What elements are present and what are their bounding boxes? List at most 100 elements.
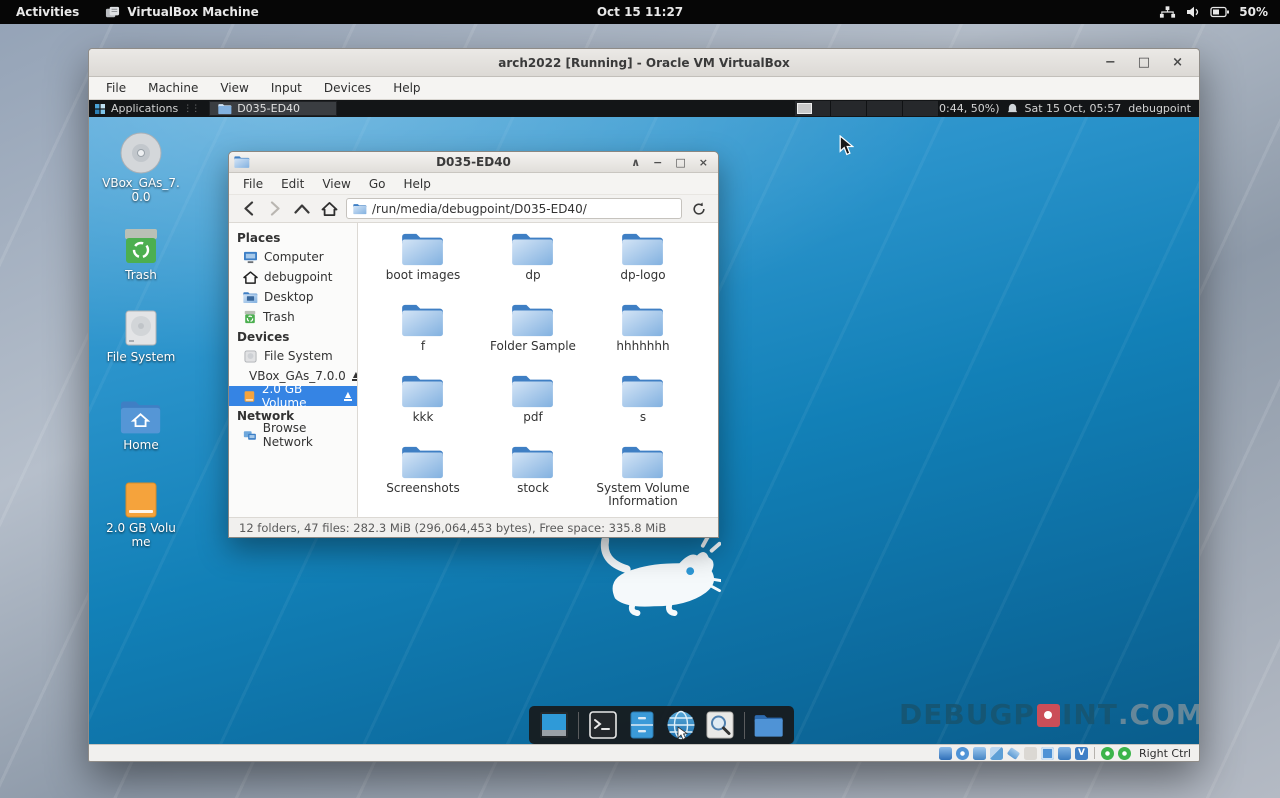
- app-finder-launcher[interactable]: [705, 710, 735, 740]
- forward-button[interactable]: [265, 199, 285, 219]
- file-manager-titlebar[interactable]: D035-ED40 ∧ − □ ×: [229, 152, 718, 173]
- menu-devices[interactable]: Devices: [313, 78, 382, 98]
- menu-input[interactable]: Input: [260, 78, 313, 98]
- usb-status-icon[interactable]: [1007, 747, 1020, 760]
- file-item[interactable]: stock: [480, 444, 586, 515]
- file-item[interactable]: System Volume Information: [590, 444, 696, 515]
- close-icon[interactable]: ×: [699, 157, 708, 168]
- path-bar[interactable]: /run/media/debugpoint/D035-ED40/: [346, 198, 682, 219]
- terminal-launcher[interactable]: [588, 710, 618, 740]
- file-item[interactable]: Screenshots: [370, 444, 476, 515]
- folder-icon: [621, 302, 665, 338]
- sidebar-item-browse-network[interactable]: Browse Network: [229, 425, 357, 445]
- file-item[interactable]: f: [370, 302, 476, 373]
- sidebar-item-computer[interactable]: Computer: [229, 247, 357, 267]
- trash-icon: [121, 226, 161, 266]
- maximize-icon[interactable]: □: [675, 157, 685, 168]
- file-item[interactable]: Folder Sample: [480, 302, 586, 373]
- app-menu-label: VirtualBox Machine: [127, 5, 258, 19]
- taskbar-window-button[interactable]: D035-ED40: [209, 101, 337, 116]
- virtualbox-titlebar[interactable]: arch2022 [Running] - Oracle VM VirtualBo…: [89, 49, 1199, 77]
- menu-view[interactable]: View: [209, 78, 259, 98]
- host-system-tray[interactable]: 50%: [1159, 5, 1280, 19]
- menu-machine[interactable]: Machine: [137, 78, 209, 98]
- folder-icon: [511, 444, 555, 480]
- sidebar-item-desktop[interactable]: Desktop: [229, 287, 357, 307]
- file-item[interactable]: kkk: [370, 373, 476, 444]
- home-button[interactable]: [319, 199, 339, 219]
- file-item[interactable]: hhhhhhh: [590, 302, 696, 373]
- file-manager-launcher[interactable]: [627, 710, 657, 740]
- virtualbox-window-controls: − □ ×: [1105, 56, 1199, 69]
- activities-button[interactable]: Activities: [16, 5, 79, 19]
- shared-folders-status-icon[interactable]: [1024, 747, 1037, 760]
- applications-menu[interactable]: Applications ⋮⋮: [89, 100, 205, 117]
- file-item[interactable]: s: [590, 373, 696, 444]
- audio-status-icon[interactable]: [973, 747, 986, 760]
- recording-status-icon[interactable]: [1058, 747, 1071, 760]
- workspace-3[interactable]: [867, 101, 903, 116]
- app-menu-button[interactable]: VirtualBox Machine: [105, 5, 258, 20]
- network-status-icon[interactable]: [990, 747, 1003, 760]
- menu-file[interactable]: File: [95, 78, 137, 98]
- display-status-icon[interactable]: [1041, 747, 1054, 760]
- eject-icon[interactable]: ▲: [344, 391, 352, 400]
- menu-edit[interactable]: Edit: [272, 175, 313, 193]
- file-manager-statusbar: 12 folders, 47 files: 282.3 MiB (296,064…: [229, 517, 718, 537]
- file-item[interactable]: dp: [480, 231, 586, 302]
- battery-status-label[interactable]: (0:44, 50%): [935, 102, 1000, 115]
- web-browser-launcher[interactable]: [666, 710, 696, 740]
- desktop-icon-filesystem[interactable]: File System: [99, 308, 183, 365]
- optical-status-icon[interactable]: [956, 747, 969, 760]
- workspace-1[interactable]: [795, 101, 831, 116]
- workspace-4[interactable]: [903, 101, 939, 116]
- keyboard-capture-icon[interactable]: [1118, 747, 1131, 760]
- user-label[interactable]: debugpoint: [1128, 102, 1191, 115]
- mouse-integration-icon[interactable]: [1101, 747, 1114, 760]
- shade-icon[interactable]: ∧: [631, 157, 640, 168]
- notification-bell-icon[interactable]: [1007, 103, 1018, 114]
- host-clock[interactable]: Oct 15 11:27: [597, 5, 683, 19]
- menu-view[interactable]: View: [313, 175, 359, 193]
- file-item[interactable]: dp-logo: [590, 231, 696, 302]
- open-folder-window[interactable]: [754, 710, 784, 740]
- folder-icon: [621, 231, 665, 267]
- menu-go[interactable]: Go: [360, 175, 395, 193]
- harddisk-status-icon[interactable]: [939, 747, 952, 760]
- vm-display[interactable]: Applications ⋮⋮ D035-ED40 (0: [89, 100, 1199, 744]
- menu-help[interactable]: Help: [394, 175, 439, 193]
- desktop-icon-home[interactable]: Home: [99, 398, 183, 453]
- folder-icon: [401, 231, 445, 267]
- statusbar-separator: [1094, 747, 1095, 759]
- file-item[interactable]: pdf: [480, 373, 586, 444]
- terminal-icon: [589, 711, 617, 739]
- minimize-icon[interactable]: −: [1105, 56, 1116, 69]
- watermark-o-icon: [1037, 704, 1060, 727]
- show-desktop-button[interactable]: [539, 710, 569, 740]
- sidebar-item-home[interactable]: debugpoint: [229, 267, 357, 287]
- workspace-switcher[interactable]: [795, 101, 939, 116]
- sidebar-item-volume-selected[interactable]: 2.0 GB Volume ▲: [229, 386, 357, 406]
- sidebar-item-filesystem[interactable]: File System: [229, 346, 357, 366]
- home-icon: [243, 271, 258, 284]
- desktop-icon-vbox-gas[interactable]: VBox_GAs_7.0.0: [99, 132, 183, 205]
- folder-icon: [401, 444, 445, 480]
- maximize-icon[interactable]: □: [1138, 56, 1150, 69]
- menu-file[interactable]: File: [234, 175, 272, 193]
- up-button[interactable]: [292, 199, 312, 219]
- desktop-icon-trash[interactable]: Trash: [99, 226, 183, 283]
- guest-clock[interactable]: Sat 15 Oct, 05:57: [1025, 102, 1122, 115]
- workspace-2[interactable]: [831, 101, 867, 116]
- minimize-icon[interactable]: −: [653, 157, 662, 168]
- desktop-icon-volume[interactable]: 2.0 GB Volume: [99, 481, 183, 550]
- dock-separator: [578, 712, 579, 739]
- features-status-icon[interactable]: V: [1075, 747, 1088, 760]
- back-button[interactable]: [238, 199, 258, 219]
- reload-button[interactable]: [689, 199, 709, 219]
- file-manager-sidebar: Places Computer debugpoint Desktop: [229, 223, 358, 517]
- file-item[interactable]: boot images: [370, 231, 476, 302]
- menu-help[interactable]: Help: [382, 78, 431, 98]
- search-icon: [706, 711, 734, 739]
- close-icon[interactable]: ×: [1172, 56, 1183, 69]
- sidebar-item-trash[interactable]: Trash: [229, 307, 357, 327]
